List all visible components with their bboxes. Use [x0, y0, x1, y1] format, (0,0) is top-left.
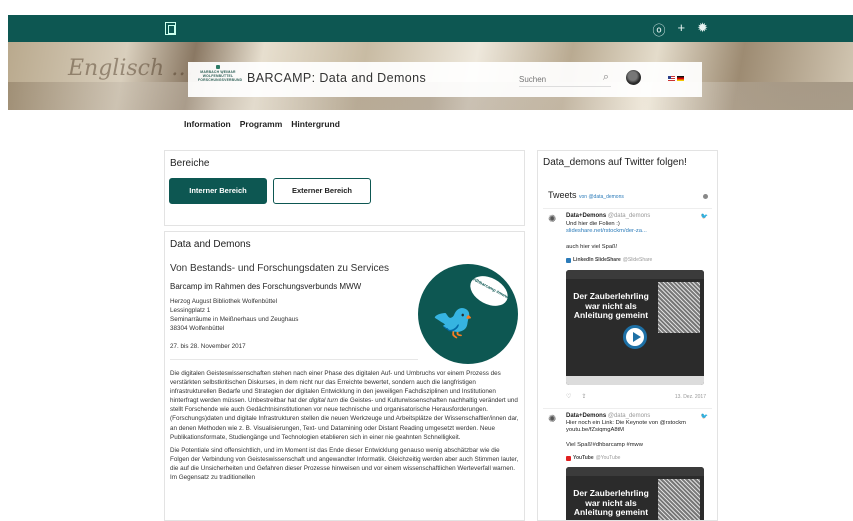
main-content-panel: Data and Demons Von Bestands- und Forsch… [164, 231, 525, 521]
tweet-author[interactable]: Data+Demons @data_demons [566, 213, 650, 219]
tweet-actions: ♡ ⇪ [566, 393, 586, 400]
page-title: Data and Demons [170, 239, 251, 250]
site-header: MARBACH WEIMAR WOLFENBÜTTEL FORSCHUNGSVE… [188, 62, 702, 97]
event-line: Barcamp im Rahmen des Forschungsverbunds… [170, 282, 362, 291]
slideshare-card[interactable]: Der Zauberlehrling war nicht als Anleitu… [566, 270, 704, 385]
avatar[interactable]: ✺ [548, 414, 560, 426]
divider [170, 359, 418, 360]
card-source[interactable]: LinkedIn SlideShare @SlideShare [566, 257, 652, 263]
tweet-link[interactable]: slideshare.net/rstockm/der-za... [566, 228, 647, 236]
bereiche-heading: Bereiche [170, 158, 210, 169]
address-line: Herzog August Bibliothek Wolfenbüttel [170, 298, 277, 305]
address-line: Seminarräume in Meißnerhaus und Zeughaus [170, 316, 299, 323]
venue-address: Herzog August Bibliothek Wolfenbüttel Le… [170, 297, 298, 333]
card-source[interactable]: YouTube @YouTube [566, 455, 620, 461]
avatar[interactable]: ✺ [548, 214, 560, 226]
twitter-bird-icon: 🐦 [432, 303, 475, 341]
site-logo[interactable]: MARBACH WEIMAR WOLFENBÜTTEL FORSCHUNGSVE… [198, 65, 242, 94]
banner: Englisch … MARBACH WEIMAR WOLFENBÜTTEL F… [8, 42, 853, 110]
us-flag-icon[interactable] [668, 76, 675, 81]
twitter-panel: Data_demons auf Twitter folgen! Tweets v… [537, 150, 718, 521]
play-icon[interactable] [623, 325, 647, 349]
tweet-text: auch hier viel Spaß! [566, 244, 618, 250]
external-area-button[interactable]: Externer Bereich [273, 178, 371, 204]
card-illustration [658, 282, 700, 333]
add-icon[interactable]: + [678, 20, 686, 39]
nav-hintergrund[interactable]: Hintergrund [291, 119, 340, 129]
share-icon[interactable]: ⇪ [581, 393, 586, 400]
youtube-card[interactable]: Der Zauberlehrling war nicht als Anleitu… [566, 467, 704, 520]
top-bar: ⓞ + ✹ [8, 15, 853, 42]
search-box: ⌕ [519, 69, 611, 87]
sidebar-toggle-icon[interactable] [165, 22, 176, 35]
card-title: Der Zauberlehrling war nicht als Anleitu… [573, 291, 649, 320]
german-flag-icon[interactable] [677, 76, 684, 81]
intro-text: Die digitalen Geisteswissenschaften steh… [170, 369, 520, 486]
nav-programm[interactable]: Programm [240, 119, 283, 129]
address-line: 38304 Wolfenbüttel [170, 325, 225, 332]
search-input[interactable] [519, 71, 589, 84]
topbar-icons: ⓞ + ✹ [652, 20, 708, 39]
twitter-timeline: Tweets von @data_demons ✺ Data+Demons @d… [543, 184, 712, 520]
tweet[interactable]: ✺ Data+Demons @data_demons 🐦 Und hier di… [543, 208, 712, 405]
search-icon[interactable]: ⌕ [603, 71, 609, 84]
tweets-header: Tweets von @data_demons [548, 190, 624, 200]
paragraph: Die Potentiale sind offensichtlich, und … [170, 446, 519, 482]
internal-area-button[interactable]: Interner Bereich [169, 178, 267, 204]
bereiche-panel: Bereiche Interner Bereich Externer Berei… [164, 150, 525, 226]
twitter-bird-logo: #dhbarcamp #mww 🐦 [418, 264, 518, 364]
tweet-text: Viel Spaß!#dhbarcamp #mww [566, 442, 643, 448]
tweet-link[interactable]: youtu.be/fZsiqmgA8tM [566, 427, 624, 435]
settings-icon[interactable]: ✹ [697, 20, 708, 39]
language-switcher[interactable] [668, 76, 684, 81]
twitter-icon: 🐦 [700, 214, 708, 220]
page-subtitle: Von Bestands- und Forschungsdaten zu Ser… [170, 263, 390, 274]
user-avatar[interactable] [626, 70, 641, 85]
tweets-by-link[interactable]: von @data_demons [579, 194, 624, 200]
help-icon[interactable]: ⓞ [652, 20, 665, 39]
twitter-heading[interactable]: Data_demons auf Twitter folgen! [538, 151, 717, 168]
like-icon[interactable]: ♡ [566, 393, 571, 400]
address-line: Lessingplatz 1 [170, 307, 211, 314]
manuscript-decoration: Englisch … [68, 56, 194, 81]
twitter-icon: 🐦 [700, 414, 708, 420]
tweet-date[interactable]: 13. Dez. 2017 [675, 394, 706, 400]
nav-information[interactable]: Information [184, 119, 231, 129]
event-date: 27. bis 28. November 2017 [170, 343, 246, 350]
paragraph: Die digitalen Geisteswissenschaften steh… [170, 370, 519, 441]
main-nav: Information Programm Hintergrund [184, 119, 340, 129]
card-illustration [658, 479, 700, 520]
site-title[interactable]: BARCAMP: Data and Demons [247, 71, 426, 85]
info-icon[interactable] [703, 194, 708, 199]
card-title: Der Zauberlehrling war nicht als Anleitu… [573, 488, 649, 517]
tweet-author[interactable]: Data+Demons @data_demons [566, 413, 650, 419]
tweet[interactable]: ✺ Data+Demons @data_demons 🐦 Hier noch e… [543, 408, 712, 520]
